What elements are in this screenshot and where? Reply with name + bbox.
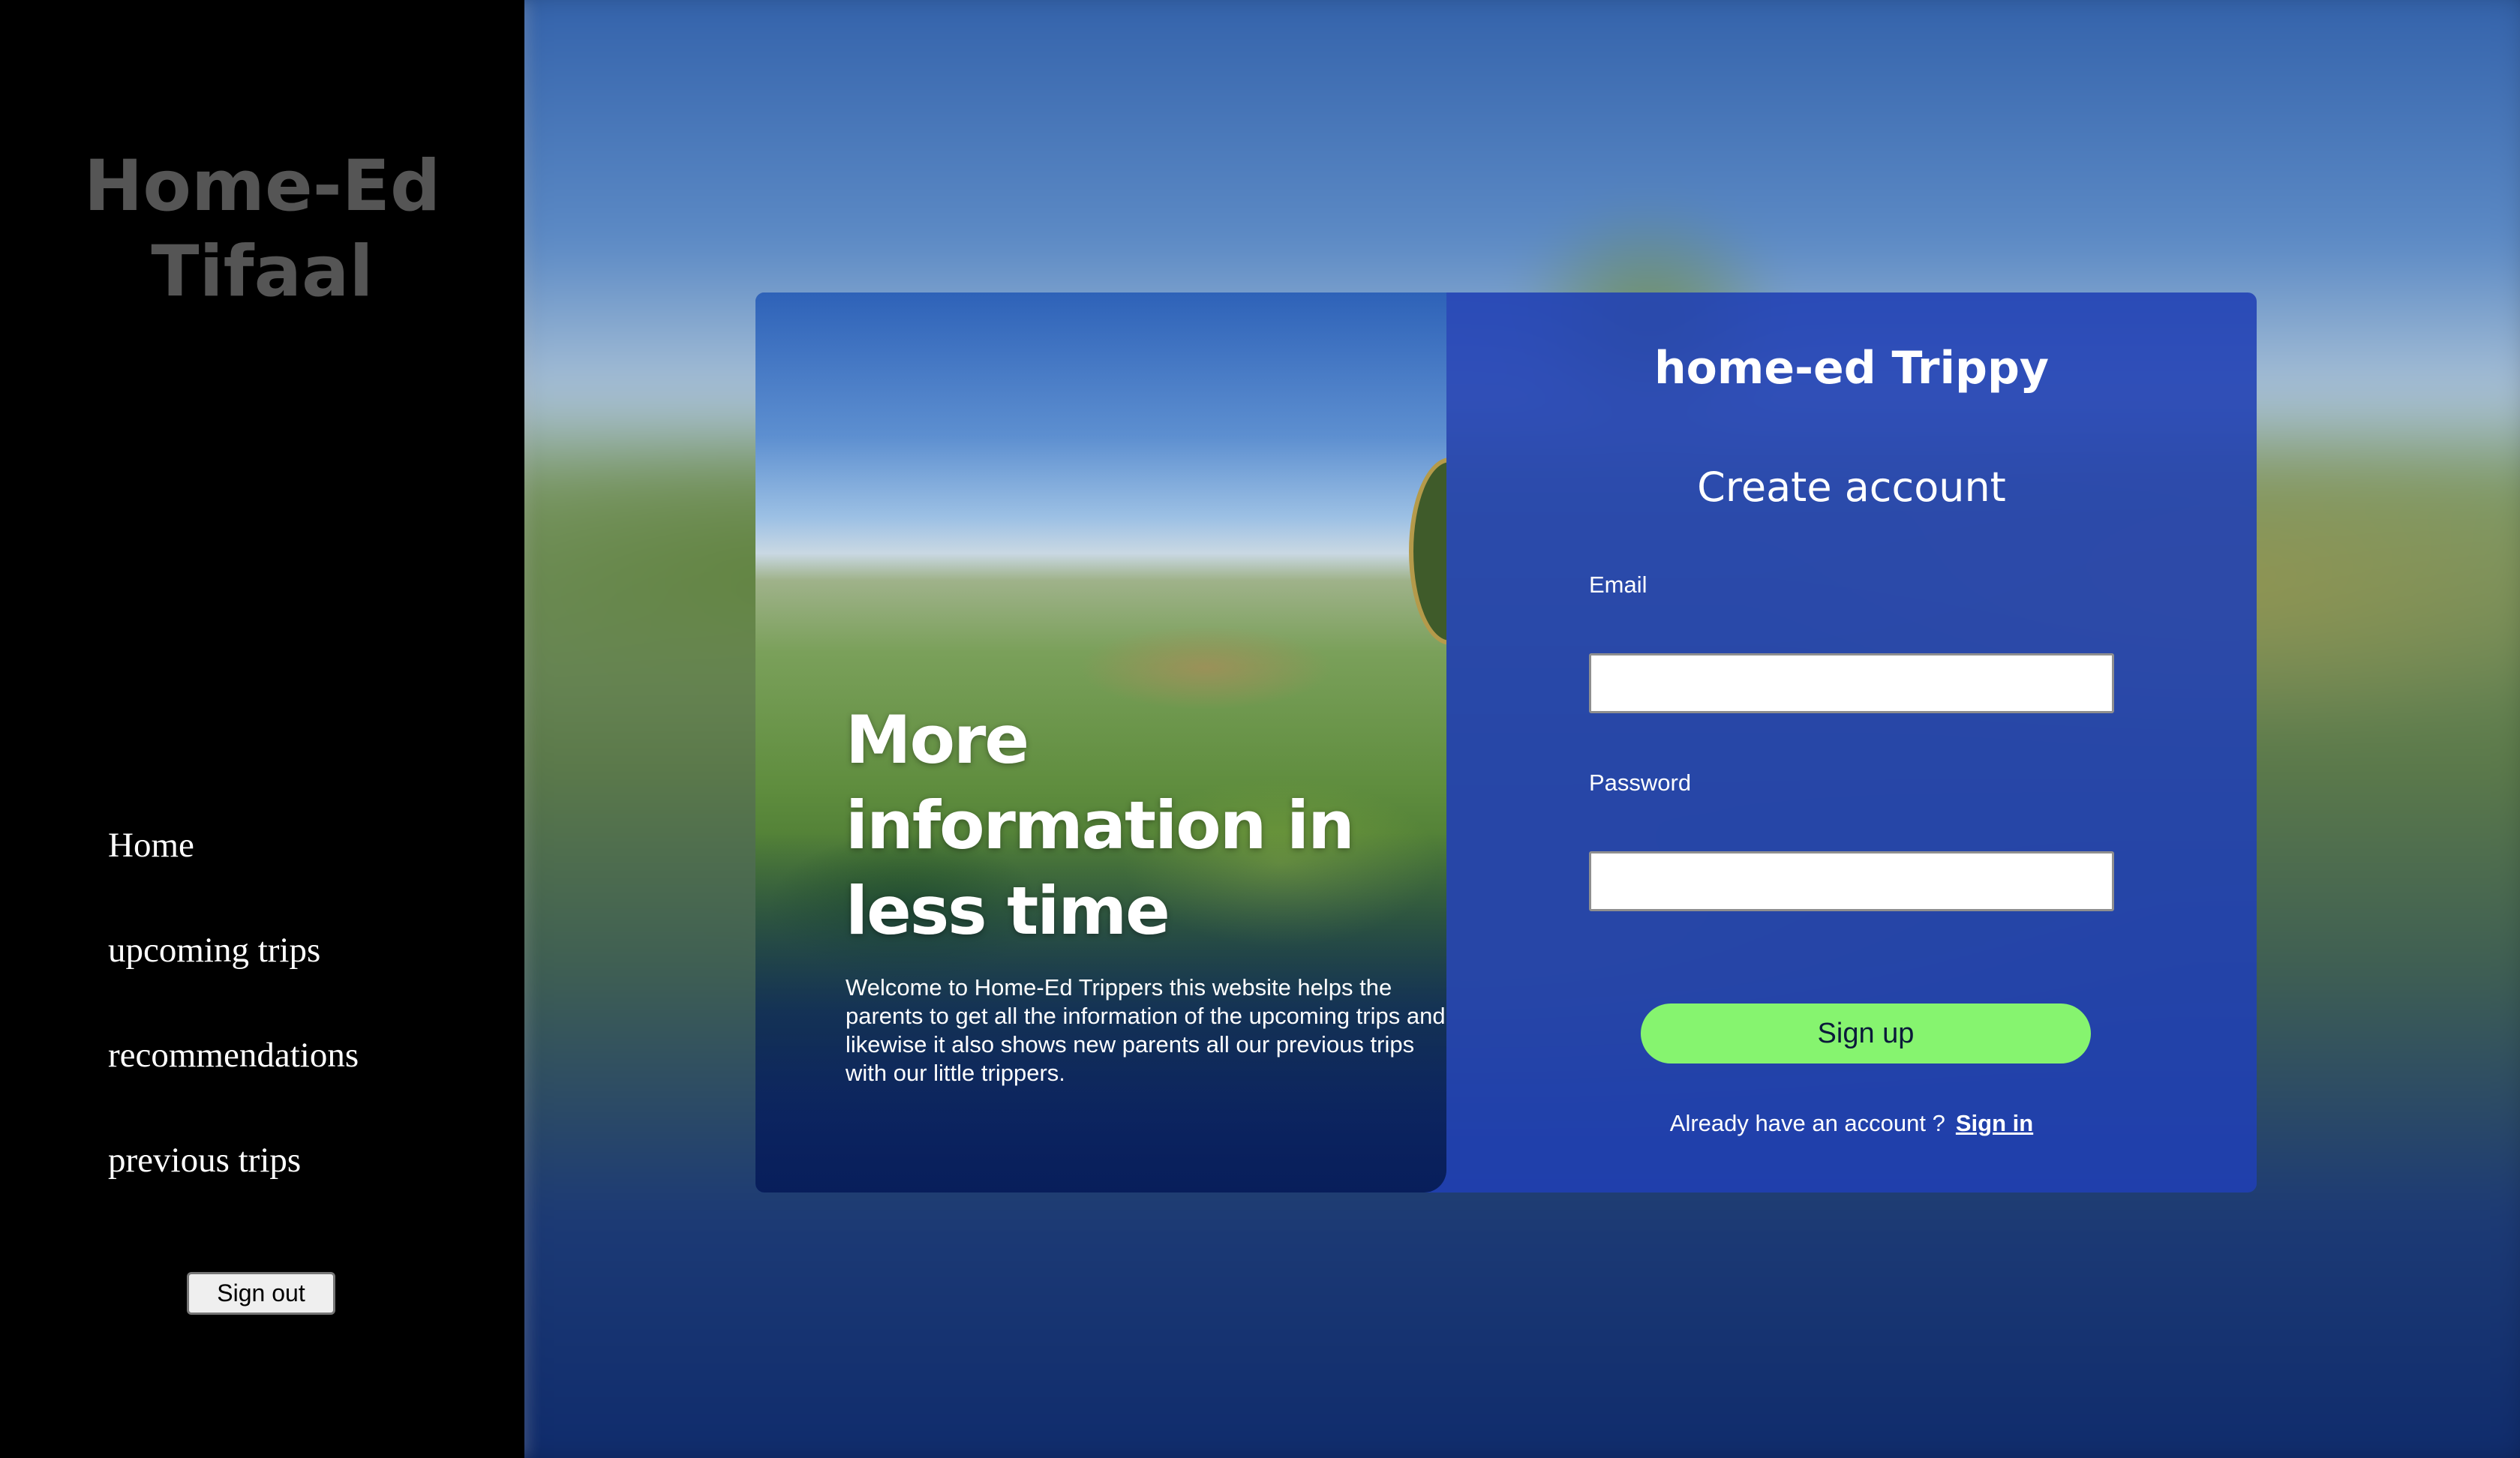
sign-out-button[interactable]: Sign out [187,1272,335,1315]
sidebar-nav: Home upcoming trips recommendations prev… [108,815,359,1235]
sign-up-button[interactable]: Sign up [1641,1004,2091,1064]
sidebar-item-previous-trips[interactable]: previous trips [108,1130,359,1235]
sidebar-item-recommendations[interactable]: recommendations [108,1025,359,1130]
hero-headline: More information in less time [846,701,1355,950]
signup-card: More information in less time Welcome to… [755,292,2257,1192]
sidebar-item-home[interactable]: Home [108,815,359,920]
sidebar-item-upcoming-trips[interactable]: upcoming trips [108,920,359,1025]
sign-in-link[interactable]: Sign in [1956,1110,2033,1136]
brand-line-2: Tifaal [151,231,374,313]
brand-line-1: Home-Ed [83,146,441,227]
email-label: Email [1589,572,1647,598]
password-field[interactable] [1589,851,2114,911]
brand-logo: Home-Ed Tifaal [0,144,524,315]
landscape-image: More information in less time Welcome to… [755,292,1446,1192]
form-title: home-ed Trippy [1653,342,2050,394]
email-field[interactable] [1589,653,2114,713]
signup-form: home-ed Trippy Create account Email Pass… [1446,292,2257,1192]
sidebar: Home-Ed Tifaal Home upcoming trips recom… [0,0,524,1458]
password-label: Password [1589,770,1692,796]
form-subtitle: Create account [1697,464,2006,511]
balloon-image [1409,458,1446,645]
signin-prompt: Already have an account ? Sign in [1446,1110,2257,1137]
signin-prompt-text: Already have an account ? [1669,1110,1945,1136]
welcome-text: Welcome to Home-Ed Trippers this website… [846,974,1446,1086]
